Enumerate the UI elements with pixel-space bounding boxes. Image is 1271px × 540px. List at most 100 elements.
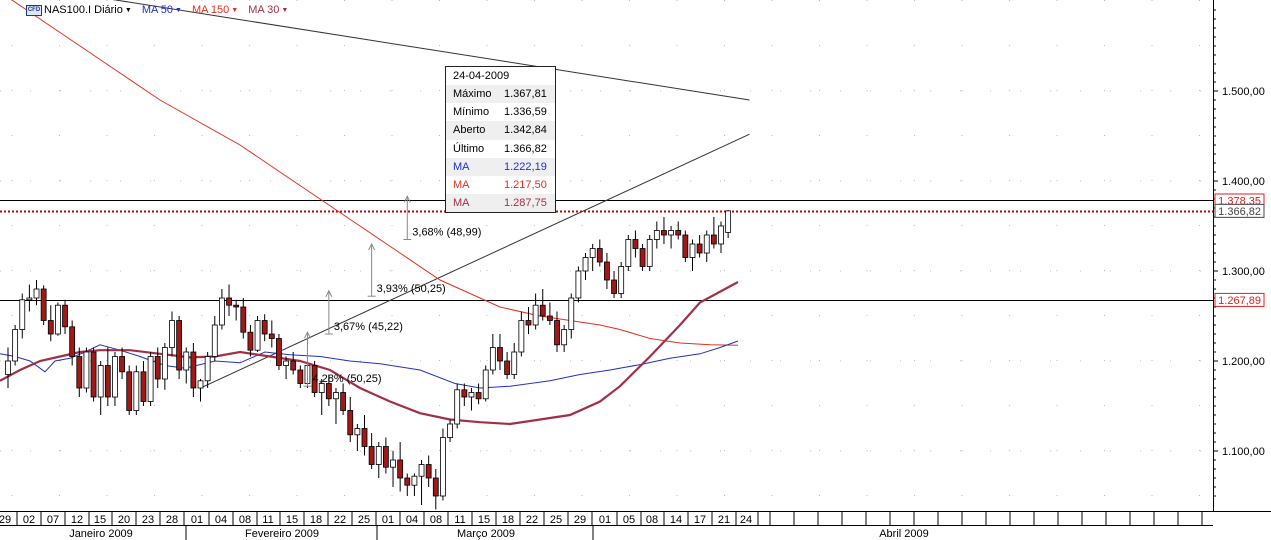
month-label: Fevereiro 2009 xyxy=(245,528,319,540)
tooltip-value: 1.342,84 xyxy=(504,124,547,137)
candle-body xyxy=(725,210,732,233)
month-label: Março 2009 xyxy=(457,528,515,540)
indicator-ma50[interactable]: MA 50 ▼ xyxy=(142,4,182,16)
candle-body xyxy=(333,392,339,400)
candle-body xyxy=(554,320,560,346)
candle-body xyxy=(12,329,19,362)
tooltip-value: 1.367,81 xyxy=(504,88,547,101)
candle-body xyxy=(276,338,282,366)
dropdown-arrow-icon: ▼ xyxy=(175,6,182,14)
candle-body xyxy=(290,360,297,371)
x-tick-label: 25 xyxy=(550,514,562,526)
candle-body xyxy=(518,320,525,353)
x-tick-label: 18 xyxy=(502,514,514,526)
price-tag-label: 1.267,89 xyxy=(1218,295,1261,307)
x-tick-label: 15 xyxy=(286,514,298,526)
indicator-ma30[interactable]: MA 30 ▼ xyxy=(248,4,288,16)
candle-body xyxy=(211,324,218,357)
candle-body xyxy=(710,234,717,245)
x-tick-label: 18 xyxy=(310,514,322,526)
x-tick-label: 23 xyxy=(142,514,154,526)
x-tick-label: 15 xyxy=(478,514,490,526)
x-tick-label: 14 xyxy=(670,514,682,526)
candle-body xyxy=(561,329,568,346)
x-tick-label: 01 xyxy=(382,514,394,526)
candle-body xyxy=(718,225,724,245)
candle-body xyxy=(539,304,546,317)
candle-body xyxy=(461,389,468,398)
candle-body xyxy=(497,347,503,362)
x-tick-label: 12 xyxy=(71,514,83,526)
candle-body xyxy=(604,261,610,281)
candle-body xyxy=(112,356,118,398)
tooltip-value: 1.217,50 xyxy=(504,179,547,192)
candle-body xyxy=(104,365,111,398)
candle-body xyxy=(661,230,667,236)
candle-body xyxy=(218,297,225,326)
candle-body xyxy=(161,347,168,380)
tooltip-row: Último 1.366,82 xyxy=(446,140,555,158)
candle-body xyxy=(482,369,489,400)
candle-body xyxy=(397,459,404,479)
tooltip-label: MA xyxy=(453,160,470,173)
candle-body xyxy=(703,234,710,254)
price-tag-label: 1.366,82 xyxy=(1218,206,1261,218)
candle-body xyxy=(33,288,40,299)
candle-body xyxy=(546,315,553,321)
candle-body xyxy=(696,243,703,254)
candle-body xyxy=(126,371,133,411)
candle-body xyxy=(283,360,289,366)
candle-body xyxy=(646,239,653,267)
x-tick-label: 22 xyxy=(526,514,538,526)
candle-body xyxy=(582,257,589,272)
candle-body xyxy=(361,428,368,447)
tooltip-label: Mínimo xyxy=(453,106,490,119)
candle-body xyxy=(454,389,461,425)
instrument-label: NAS100.I Diário xyxy=(44,4,123,16)
candle-body xyxy=(5,360,11,375)
y-tick-label: 1.300,00 xyxy=(1222,266,1265,278)
measure-label: 3,67% (45,22) xyxy=(334,321,403,333)
candle-body xyxy=(55,304,61,335)
tooltip-row: MA 1.287,75 xyxy=(446,194,555,213)
candle-body xyxy=(190,351,197,389)
instrument-selector[interactable]: CFD NAS100.I Diário ▼ xyxy=(26,4,132,16)
candle-body xyxy=(432,477,439,497)
indicator-label: MA 50 xyxy=(141,4,173,16)
indicator-ma150[interactable]: MA 150 ▼ xyxy=(192,4,238,16)
x-tick-label: 02 xyxy=(23,514,35,526)
month-label: Janeiro 2009 xyxy=(69,528,133,540)
tooltip-value: 1.336,59 xyxy=(504,106,547,119)
x-tick-label: 29 xyxy=(574,514,586,526)
tooltip-value: 1.287,75 xyxy=(504,197,547,210)
candle-body xyxy=(475,392,482,400)
dropdown-arrow-icon: ▼ xyxy=(231,6,239,14)
candle-body xyxy=(226,297,232,306)
tooltip-row: Máximo 1.367,81 xyxy=(446,85,555,104)
candle-body xyxy=(532,304,539,326)
candle-body xyxy=(69,326,76,357)
x-tick-label: 25 xyxy=(358,514,370,526)
tooltip-row: Mínimo 1.336,59 xyxy=(446,103,555,121)
y-tick-label: 1.400,00 xyxy=(1222,176,1265,188)
candle-body xyxy=(26,297,33,301)
candle-body xyxy=(632,239,639,249)
tooltip-label: Último xyxy=(453,142,485,155)
candle-body xyxy=(268,333,275,339)
candle-body xyxy=(589,248,596,258)
candle-body xyxy=(618,266,625,294)
candle-body xyxy=(375,446,382,465)
tooltip-row: Aberto 1.342,84 xyxy=(446,121,555,140)
x-tick-label: 29 xyxy=(0,514,11,526)
x-tick-label: 08 xyxy=(430,514,442,526)
x-tick-label: 08 xyxy=(239,514,251,526)
candle-body xyxy=(183,351,190,371)
candle-body xyxy=(689,243,696,258)
price-chart[interactable]: 1.100,00 1.200,00 1.300,00 1.400,00 1.500,00… xyxy=(0,0,1271,540)
candle-body xyxy=(140,371,147,402)
indicator-label: MA 150 xyxy=(191,4,230,16)
x-tick-label: 01 xyxy=(599,514,611,526)
candle-body xyxy=(247,331,254,351)
tooltip-date: 24-04-2009 xyxy=(453,70,510,82)
candle-body xyxy=(382,446,389,468)
